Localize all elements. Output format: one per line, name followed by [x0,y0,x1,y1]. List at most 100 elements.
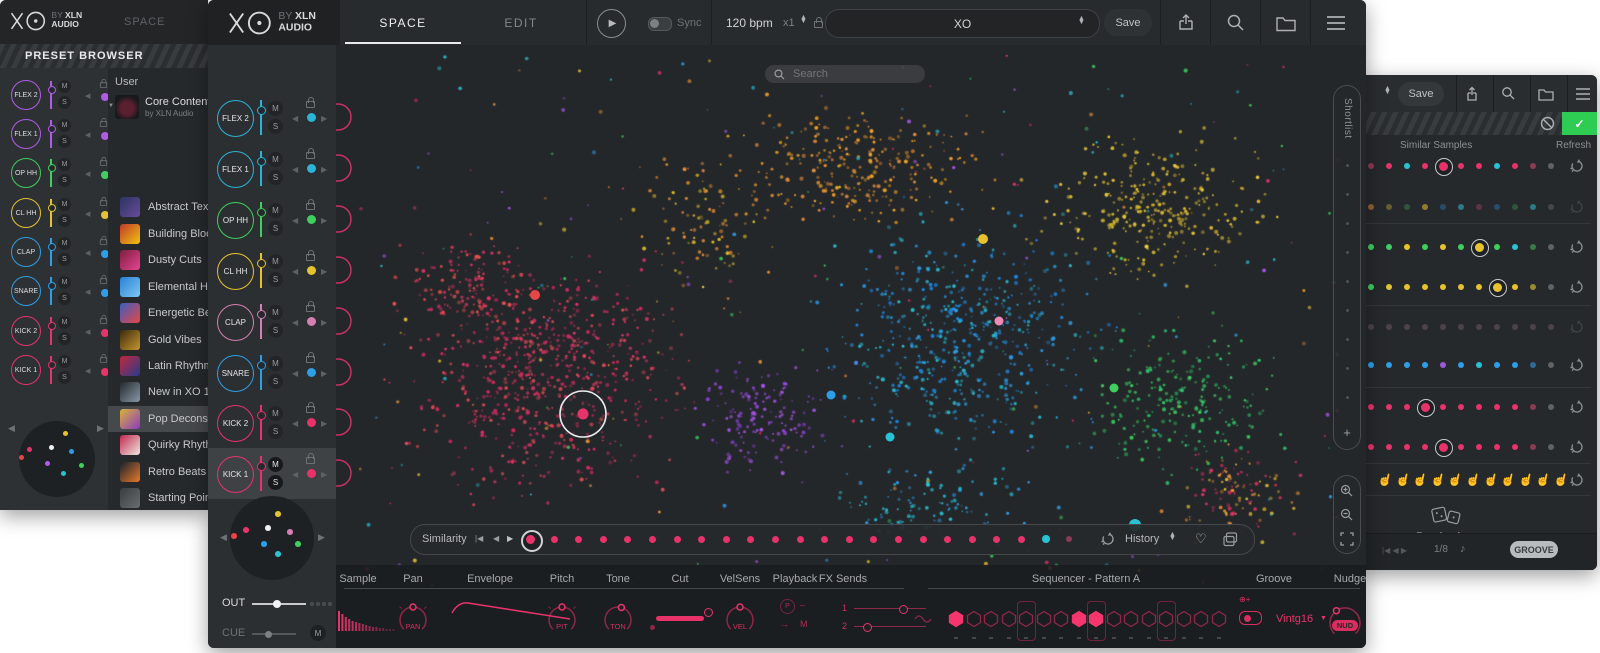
channel-pad[interactable]: KICK 1 [217,456,254,493]
solo-button[interactable]: S [268,424,283,439]
seq-step-4[interactable] [1001,610,1017,628]
sample-dot[interactable] [1512,404,1518,410]
sample-dot[interactable] [1404,362,1410,368]
volume-fader[interactable] [260,253,262,288]
mute-button[interactable]: M [58,316,71,329]
hand-gesture-icon[interactable]: ☝ [1394,472,1412,489]
lock-icon[interactable] [306,250,315,260]
solo-button[interactable]: S [268,272,283,287]
sample-dot[interactable] [1512,284,1518,290]
channel-color-dot[interactable] [307,113,316,122]
sample-dot[interactable] [1530,244,1536,250]
solo-button[interactable]: S [268,170,283,185]
channel-row-kick2[interactable]: KICK 2MS◀▶ [208,397,336,448]
bpm-value[interactable]: 120 bpm [726,16,773,30]
groove-add-icon[interactable]: ⊕+ [1239,595,1250,604]
sample-dot[interactable] [1386,404,1392,410]
sample-dot[interactable] [1494,362,1500,368]
apply-button[interactable]: ✓ [1562,112,1597,135]
sample-dot[interactable] [1439,162,1448,171]
share-icon[interactable] [1464,86,1480,102]
shortlist-slot-dot[interactable] [1346,309,1349,312]
channel-color-dot[interactable] [307,418,316,427]
browser-icon[interactable] [1538,86,1554,102]
similarity-dot[interactable] [969,536,976,543]
playback-minus[interactable]: – [800,600,805,610]
hand-gesture-icon[interactable]: ☝ [1465,472,1483,489]
prohibit-icon[interactable] [1540,116,1555,131]
zoom-fit-icon[interactable] [1340,532,1354,546]
channel-pad[interactable]: FLEX 1 [217,151,254,188]
mute-button[interactable]: M [58,237,71,250]
solo-button[interactable]: S [58,332,71,345]
fx-send-1-line[interactable] [854,608,926,609]
zoom-out-icon[interactable] [1340,508,1354,522]
similarity-dot[interactable] [1018,536,1025,543]
sample-dot[interactable] [1530,404,1536,410]
volume-fader[interactable] [260,405,262,440]
cut-slider[interactable] [656,616,704,621]
lock-icon[interactable] [100,79,107,87]
envelope-curve[interactable] [448,597,576,623]
sample-dot[interactable] [1440,284,1446,290]
preset-item[interactable]: Energetic Bea [108,300,208,326]
out-slider-handle[interactable] [273,600,281,608]
fx-send-2-knob[interactable] [863,623,872,632]
similarity-dot[interactable] [723,536,730,543]
sample-dot[interactable] [1476,324,1482,330]
next-sample-arrow[interactable]: ▶ [321,369,327,378]
prev-sample-arrow[interactable]: ◀ [292,318,298,327]
sample-dot[interactable] [1440,204,1446,210]
sample-dot[interactable] [1404,163,1410,169]
similarity-dot[interactable] [551,536,558,543]
lock-icon[interactable] [306,352,315,362]
channel-pad[interactable]: CLAP [11,237,41,267]
shortlist-slot-dot[interactable] [1346,251,1349,254]
sample-dot[interactable] [1530,284,1536,290]
channel-pad[interactable]: FLEX 2 [11,80,41,110]
sample-dot[interactable] [1422,244,1428,250]
hands-refresh-icon[interactable] [1570,473,1584,487]
folder-collapse-caret[interactable]: ▼ [108,103,114,109]
preset-item[interactable]: Retro Beats [108,459,208,485]
solo-button[interactable]: S [268,475,283,490]
sample-dot[interactable] [1386,244,1392,250]
prev-sample-arrow[interactable]: ◀ [85,210,90,218]
channel-color-dot[interactable] [307,469,316,478]
next-sample-arrow[interactable]: ▶ [321,267,327,276]
sample-dot[interactable] [1494,244,1500,250]
search-input[interactable] [791,67,905,81]
lock-icon[interactable] [306,402,315,412]
sample-dot[interactable] [1386,444,1392,450]
hand-gesture-icon[interactable]: ☝ [1377,472,1395,489]
save-button[interactable]: Save [1398,82,1444,106]
lock-icon[interactable] [306,453,315,463]
bpm-stepper[interactable]: ▲▼ [800,16,807,25]
prev-sample-arrow[interactable]: ◀ [85,367,90,375]
share-button[interactable] [1164,0,1208,45]
seq-step-16[interactable] [1211,610,1227,628]
sample-dot[interactable] [1494,324,1500,330]
sample-dot[interactable] [1368,244,1374,250]
prev-sample-arrow[interactable]: ◀ [85,92,90,100]
preset-item[interactable]: Gold Vibes [108,327,208,353]
bpm-lock-icon[interactable] [814,17,823,27]
sample-dot[interactable] [1422,362,1428,368]
lock-icon[interactable] [100,157,107,165]
next-sample-arrow[interactable]: ▶ [321,165,327,174]
fader-handle[interactable] [257,208,266,217]
browser-button[interactable] [1264,0,1308,45]
sample-dot[interactable] [1476,404,1482,410]
sample-dot[interactable] [1368,163,1374,169]
search-button[interactable] [1214,0,1258,45]
mute-button[interactable]: M [268,101,283,116]
shortlist-slot-dot[interactable] [1346,396,1349,399]
hand-gesture-icon[interactable]: ☝ [1430,472,1448,489]
shortlist-slot-dot[interactable] [1346,280,1349,283]
volume-fader[interactable] [260,100,262,135]
prev-sample-arrow[interactable]: ◀ [292,267,298,276]
similarity-dot[interactable] [698,536,705,543]
mute-button[interactable]: M [268,356,283,371]
sample-dot[interactable] [1440,244,1446,250]
channel-color-dot[interactable] [307,164,316,173]
